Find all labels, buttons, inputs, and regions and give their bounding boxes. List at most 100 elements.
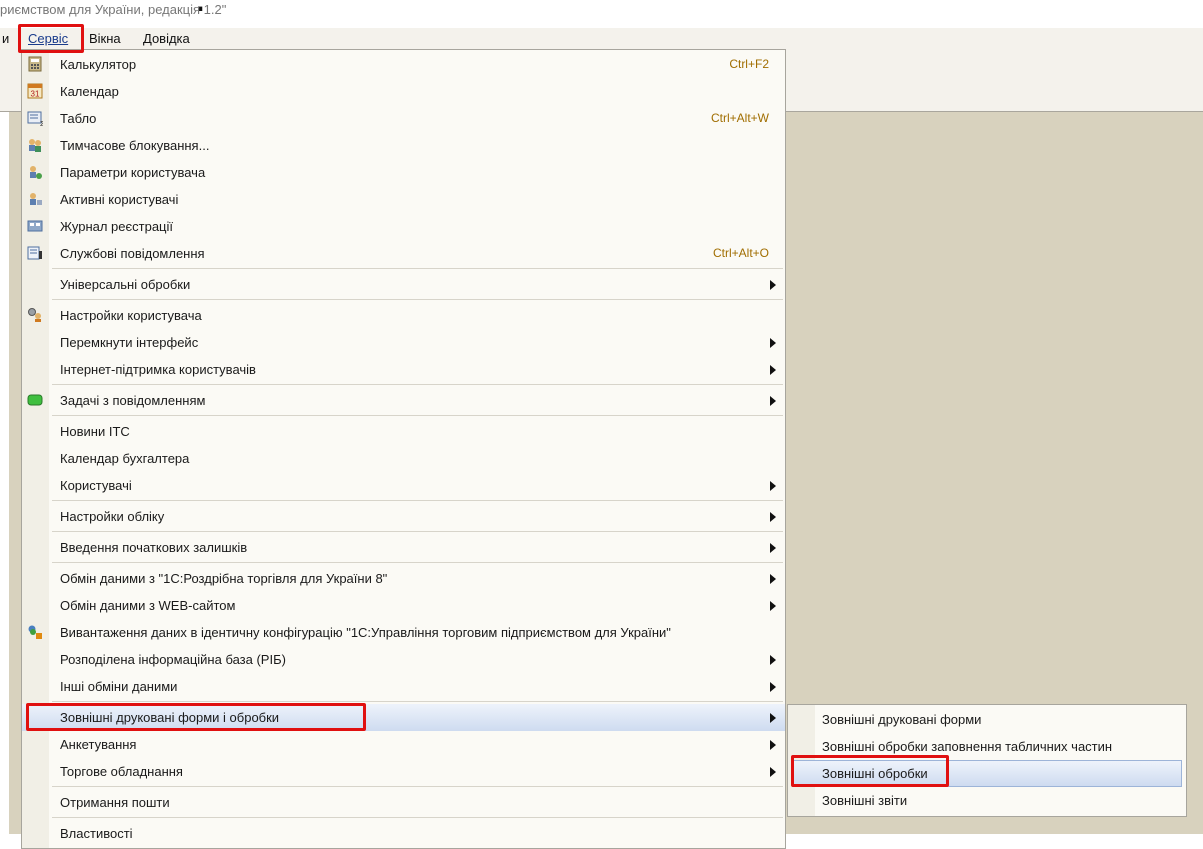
menubar-item-service-label: Сервіс: [28, 31, 69, 46]
tasks-icon: [27, 394, 43, 406]
users-lock-icon: [29, 139, 41, 152]
menu-item-label: Отримання пошти: [60, 795, 170, 810]
menu-item-shortcut: Ctrl+Alt+O: [712, 246, 769, 260]
menu-item-shortcut: Ctrl+Alt+W: [710, 111, 769, 125]
scoreboard-icon: Σ: [27, 111, 43, 126]
menu-item-label: Калькулятор: [60, 57, 137, 72]
menu-item-label: Обмін даними з "1С:Роздрібна торгівля дл…: [60, 571, 388, 586]
window-title: риємством для України, редакція 1.2": [0, 2, 227, 17]
menu-separator: [52, 299, 783, 300]
submenu-arrow-icon: [770, 338, 776, 348]
menu-item-tasks[interactable]: Задачі з повідомленням: [22, 387, 785, 414]
menu-item-label: Анкетування: [60, 737, 137, 752]
menu-item-scoreboard[interactable]: Σ Табло Ctrl+Alt+W: [22, 105, 785, 132]
submenu-item-label: Зовнішні обробки: [822, 766, 928, 781]
export-icon: [28, 625, 42, 639]
calendar-icon: 31: [27, 83, 43, 99]
menubar-item-service[interactable]: Сервіс: [28, 31, 68, 46]
menu-item-user-settings[interactable]: Настройки користувача: [22, 302, 785, 329]
service-menu: Калькулятор Ctrl+F2 31 Календар Σ Табло …: [21, 49, 786, 849]
menubar-item-help[interactable]: Довідка: [143, 31, 190, 46]
menu-item-temp-lock[interactable]: Тимчасове блокування...: [22, 132, 785, 159]
menu-item-label: Задачі з повідомленням: [60, 393, 206, 408]
menu-item-surveys[interactable]: Анкетування: [22, 731, 785, 758]
menu-separator: [52, 562, 783, 563]
menu-item-user-params[interactable]: Параметри користувача: [22, 159, 785, 186]
submenu-arrow-icon: [770, 481, 776, 491]
menu-item-label: Торгове обладнання: [60, 764, 183, 779]
menu-item-label: Інші обміни даними: [60, 679, 178, 694]
user-settings-icon: [30, 166, 42, 179]
menu-item-opening-balances[interactable]: Введення початкових залишків: [22, 534, 785, 561]
submenu-item-external-print-forms[interactable]: Зовнішні друковані форми: [788, 706, 1186, 733]
menu-separator: [52, 415, 783, 416]
menu-item-distributed-db[interactable]: Розподілена інформаційна база (РІБ): [22, 646, 785, 673]
menu-separator: [52, 817, 783, 818]
menu-item-accounting-settings[interactable]: Настройки обліку: [22, 503, 785, 530]
menu-item-journal[interactable]: Журнал реєстрації: [22, 213, 785, 240]
menu-item-label: Введення початкових залишків: [60, 540, 248, 555]
submenu-arrow-icon: [770, 767, 776, 777]
svg-text:31: 31: [31, 90, 40, 99]
submenu-arrow-icon: [770, 574, 776, 584]
menu-item-internet-support[interactable]: Інтернет-підтримка користувачів: [22, 356, 785, 383]
menu-item-active-users[interactable]: Активні користувачі: [22, 186, 785, 213]
menu-bar: и Сервіс Вікна Довідка: [0, 28, 1203, 49]
submenu-item-label: Зовнішні обробки заповнення табличних ча…: [822, 739, 1113, 754]
menu-item-label: Журнал реєстрації: [60, 219, 174, 234]
submenu-arrow-icon: [770, 655, 776, 665]
menu-separator: [52, 786, 783, 787]
menu-item-label: Службові повідомлення: [60, 246, 205, 261]
submenu-arrow-icon: [770, 713, 776, 723]
menu-item-label: Користувачі: [60, 478, 132, 493]
menu-item-label: Перемкнути інтерфейс: [60, 335, 199, 350]
menu-item-universal-processing[interactable]: Універсальні обробки: [22, 271, 785, 298]
menu-item-label: Обмін даними з WEB-сайтом: [60, 598, 236, 613]
submenu-arrow-icon: [770, 543, 776, 553]
menu-item-calendar[interactable]: 31 Календар: [22, 78, 785, 105]
menu-item-shortcut: Ctrl+F2: [729, 57, 769, 71]
menubar-item-windows[interactable]: Вікна: [89, 31, 121, 46]
external-forms-submenu: Зовнішні друковані форми Зовнішні обробк…: [787, 704, 1187, 817]
menu-item-label: Параметри користувача: [60, 165, 206, 180]
window-title-bar: . риємством для України, редакція 1.2": [0, 0, 1203, 28]
menu-separator: [52, 384, 783, 385]
submenu-arrow-icon: [770, 601, 776, 611]
user-gear-icon: [28, 308, 41, 322]
menu-item-label: Інтернет-підтримка користувачів: [60, 362, 256, 377]
menu-item-exchange-web[interactable]: Обмін даними з WEB-сайтом: [22, 592, 785, 619]
menu-item-label: Активні користувачі: [60, 192, 179, 207]
menu-separator: [52, 531, 783, 532]
menu-item-external-print-forms[interactable]: Зовнішні друковані форми і обробки: [22, 704, 785, 731]
submenu-arrow-icon: [770, 280, 776, 290]
menu-item-label: Настройки обліку: [60, 509, 165, 524]
menu-item-users[interactable]: Користувачі: [22, 472, 785, 499]
menu-item-accountant-calendar[interactable]: Календар бухгалтера: [22, 445, 785, 472]
menubar-item-partial[interactable]: и: [2, 31, 9, 46]
menu-item-label: Вивантаження даних в ідентичну конфігура…: [60, 625, 671, 640]
menu-item-label: Настройки користувача: [60, 308, 202, 323]
menu-item-service-messages[interactable]: Службові повідомлення Ctrl+Alt+O: [22, 240, 785, 267]
menu-item-receive-mail[interactable]: Отримання пошти: [22, 789, 785, 816]
menu-item-label: Зовнішні друковані форми і обробки: [60, 710, 280, 725]
menu-item-label: Тимчасове блокування...: [60, 138, 210, 153]
submenu-item-external-table-fill[interactable]: Зовнішні обробки заповнення табличних ча…: [788, 733, 1186, 760]
menu-separator: [52, 268, 783, 269]
menu-item-exchange-retail[interactable]: Обмін даними з "1С:Роздрібна торгівля дл…: [22, 565, 785, 592]
menu-item-trade-equipment[interactable]: Торгове обладнання: [22, 758, 785, 785]
menu-item-other-exchanges[interactable]: Інші обміни даними: [22, 673, 785, 700]
menu-item-switch-interface[interactable]: Перемкнути інтерфейс: [22, 329, 785, 356]
submenu-item-external-reports[interactable]: Зовнішні звіти: [788, 787, 1186, 814]
menu-item-calculator[interactable]: Калькулятор Ctrl+F2: [22, 51, 785, 78]
menu-separator: [52, 701, 783, 702]
menu-item-label: Розподілена інформаційна база (РІБ): [60, 652, 286, 667]
menu-item-its-news[interactable]: Новини ІТС: [22, 418, 785, 445]
active-users-icon: [30, 193, 42, 205]
menu-separator: [52, 500, 783, 501]
menu-item-export-identical-config[interactable]: Вивантаження даних в ідентичну конфігура…: [22, 619, 785, 646]
submenu-arrow-icon: [770, 740, 776, 750]
submenu-arrow-icon: [770, 365, 776, 375]
submenu-item-external-processing[interactable]: Зовнішні обробки: [792, 760, 1182, 787]
submenu-item-label: Зовнішні друковані форми: [822, 712, 982, 727]
menu-item-label: Новини ІТС: [60, 424, 130, 439]
